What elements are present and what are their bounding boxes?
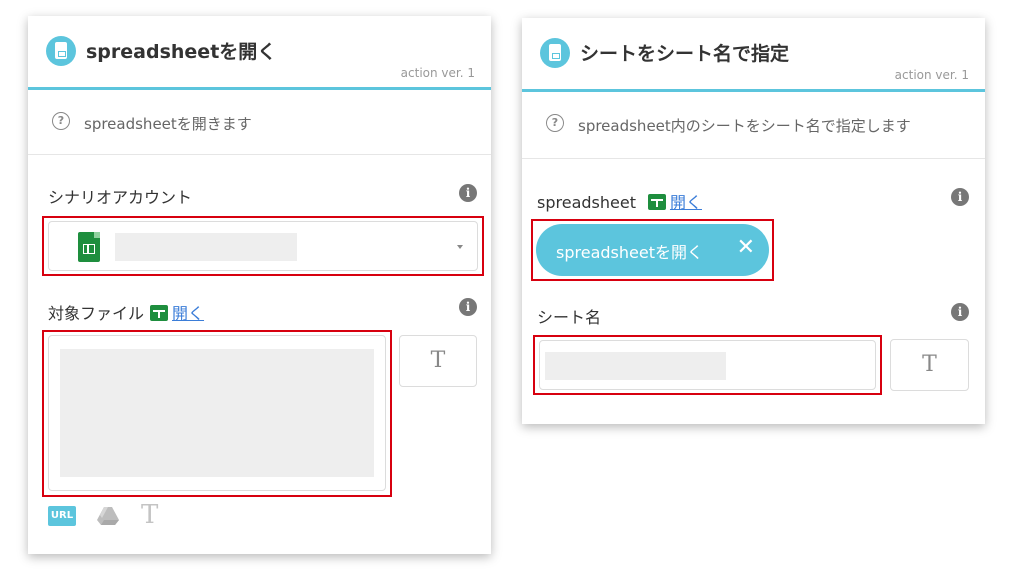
target-file-label: 対象ファイル 開く	[48, 300, 204, 324]
target-file-value	[60, 349, 374, 477]
text-mode-button[interactable]: T	[399, 335, 477, 387]
document-icon	[46, 36, 76, 66]
description-text: spreadsheet内のシートをシート名で指定します	[578, 117, 911, 135]
open-file-link[interactable]: 開く	[172, 304, 204, 323]
description-row: ? spreadsheetを開きます	[28, 90, 491, 155]
open-spreadsheet-panel: spreadsheetを開く action ver. 1 ? spreadshe…	[28, 16, 491, 554]
sheet-name-input[interactable]	[539, 340, 876, 390]
panel-header: シートをシート名で指定 action ver. 1	[522, 18, 985, 92]
spreadsheet-label: spreadsheet 開く	[537, 189, 702, 213]
chip-label: spreadsheetを開く	[556, 243, 703, 262]
google-sheets-icon	[78, 232, 100, 262]
panel-title: シートをシート名で指定	[580, 43, 790, 65]
info-icon[interactable]: i	[459, 184, 477, 202]
sheets-icon	[150, 305, 169, 321]
chevron-down-icon	[457, 245, 463, 249]
open-spreadsheet-link[interactable]: 開く	[670, 193, 702, 212]
info-icon[interactable]: i	[459, 298, 477, 316]
text-mode-button[interactable]: T	[890, 339, 969, 391]
text-mode-icon[interactable]: T	[141, 500, 158, 530]
info-icon[interactable]: i	[951, 303, 969, 321]
document-icon	[540, 38, 570, 68]
url-mode-button[interactable]: URL	[48, 506, 76, 526]
scenario-account-select[interactable]	[48, 221, 478, 271]
info-icon[interactable]: i	[951, 188, 969, 206]
spreadsheet-label-text: spreadsheet	[537, 193, 636, 212]
help-icon: ?	[52, 112, 70, 130]
sheet-name-value	[545, 352, 726, 380]
action-version: action ver. 1	[400, 66, 475, 80]
spreadsheet-reference-chip[interactable]: spreadsheetを開く ✕	[536, 224, 769, 276]
sheets-icon	[647, 194, 666, 210]
description-row: ? spreadsheet内のシートをシート名で指定します	[522, 92, 985, 159]
sheet-name-label: シート名	[537, 308, 602, 327]
panel-title: spreadsheetを開く	[86, 41, 277, 63]
close-icon[interactable]: ✕	[737, 235, 755, 260]
target-file-label-text: 対象ファイル	[48, 304, 145, 323]
action-version: action ver. 1	[894, 68, 969, 82]
description-text: spreadsheetを開きます	[84, 115, 252, 133]
account-value	[115, 233, 297, 261]
select-sheet-by-name-panel: シートをシート名で指定 action ver. 1 ? spreadsheet内…	[522, 18, 985, 424]
scenario-account-label: シナリオアカウント	[48, 188, 193, 207]
target-file-input[interactable]	[48, 335, 386, 491]
google-drive-icon[interactable]	[96, 506, 120, 526]
panel-header: spreadsheetを開く action ver. 1	[28, 16, 491, 90]
help-icon: ?	[546, 114, 564, 132]
